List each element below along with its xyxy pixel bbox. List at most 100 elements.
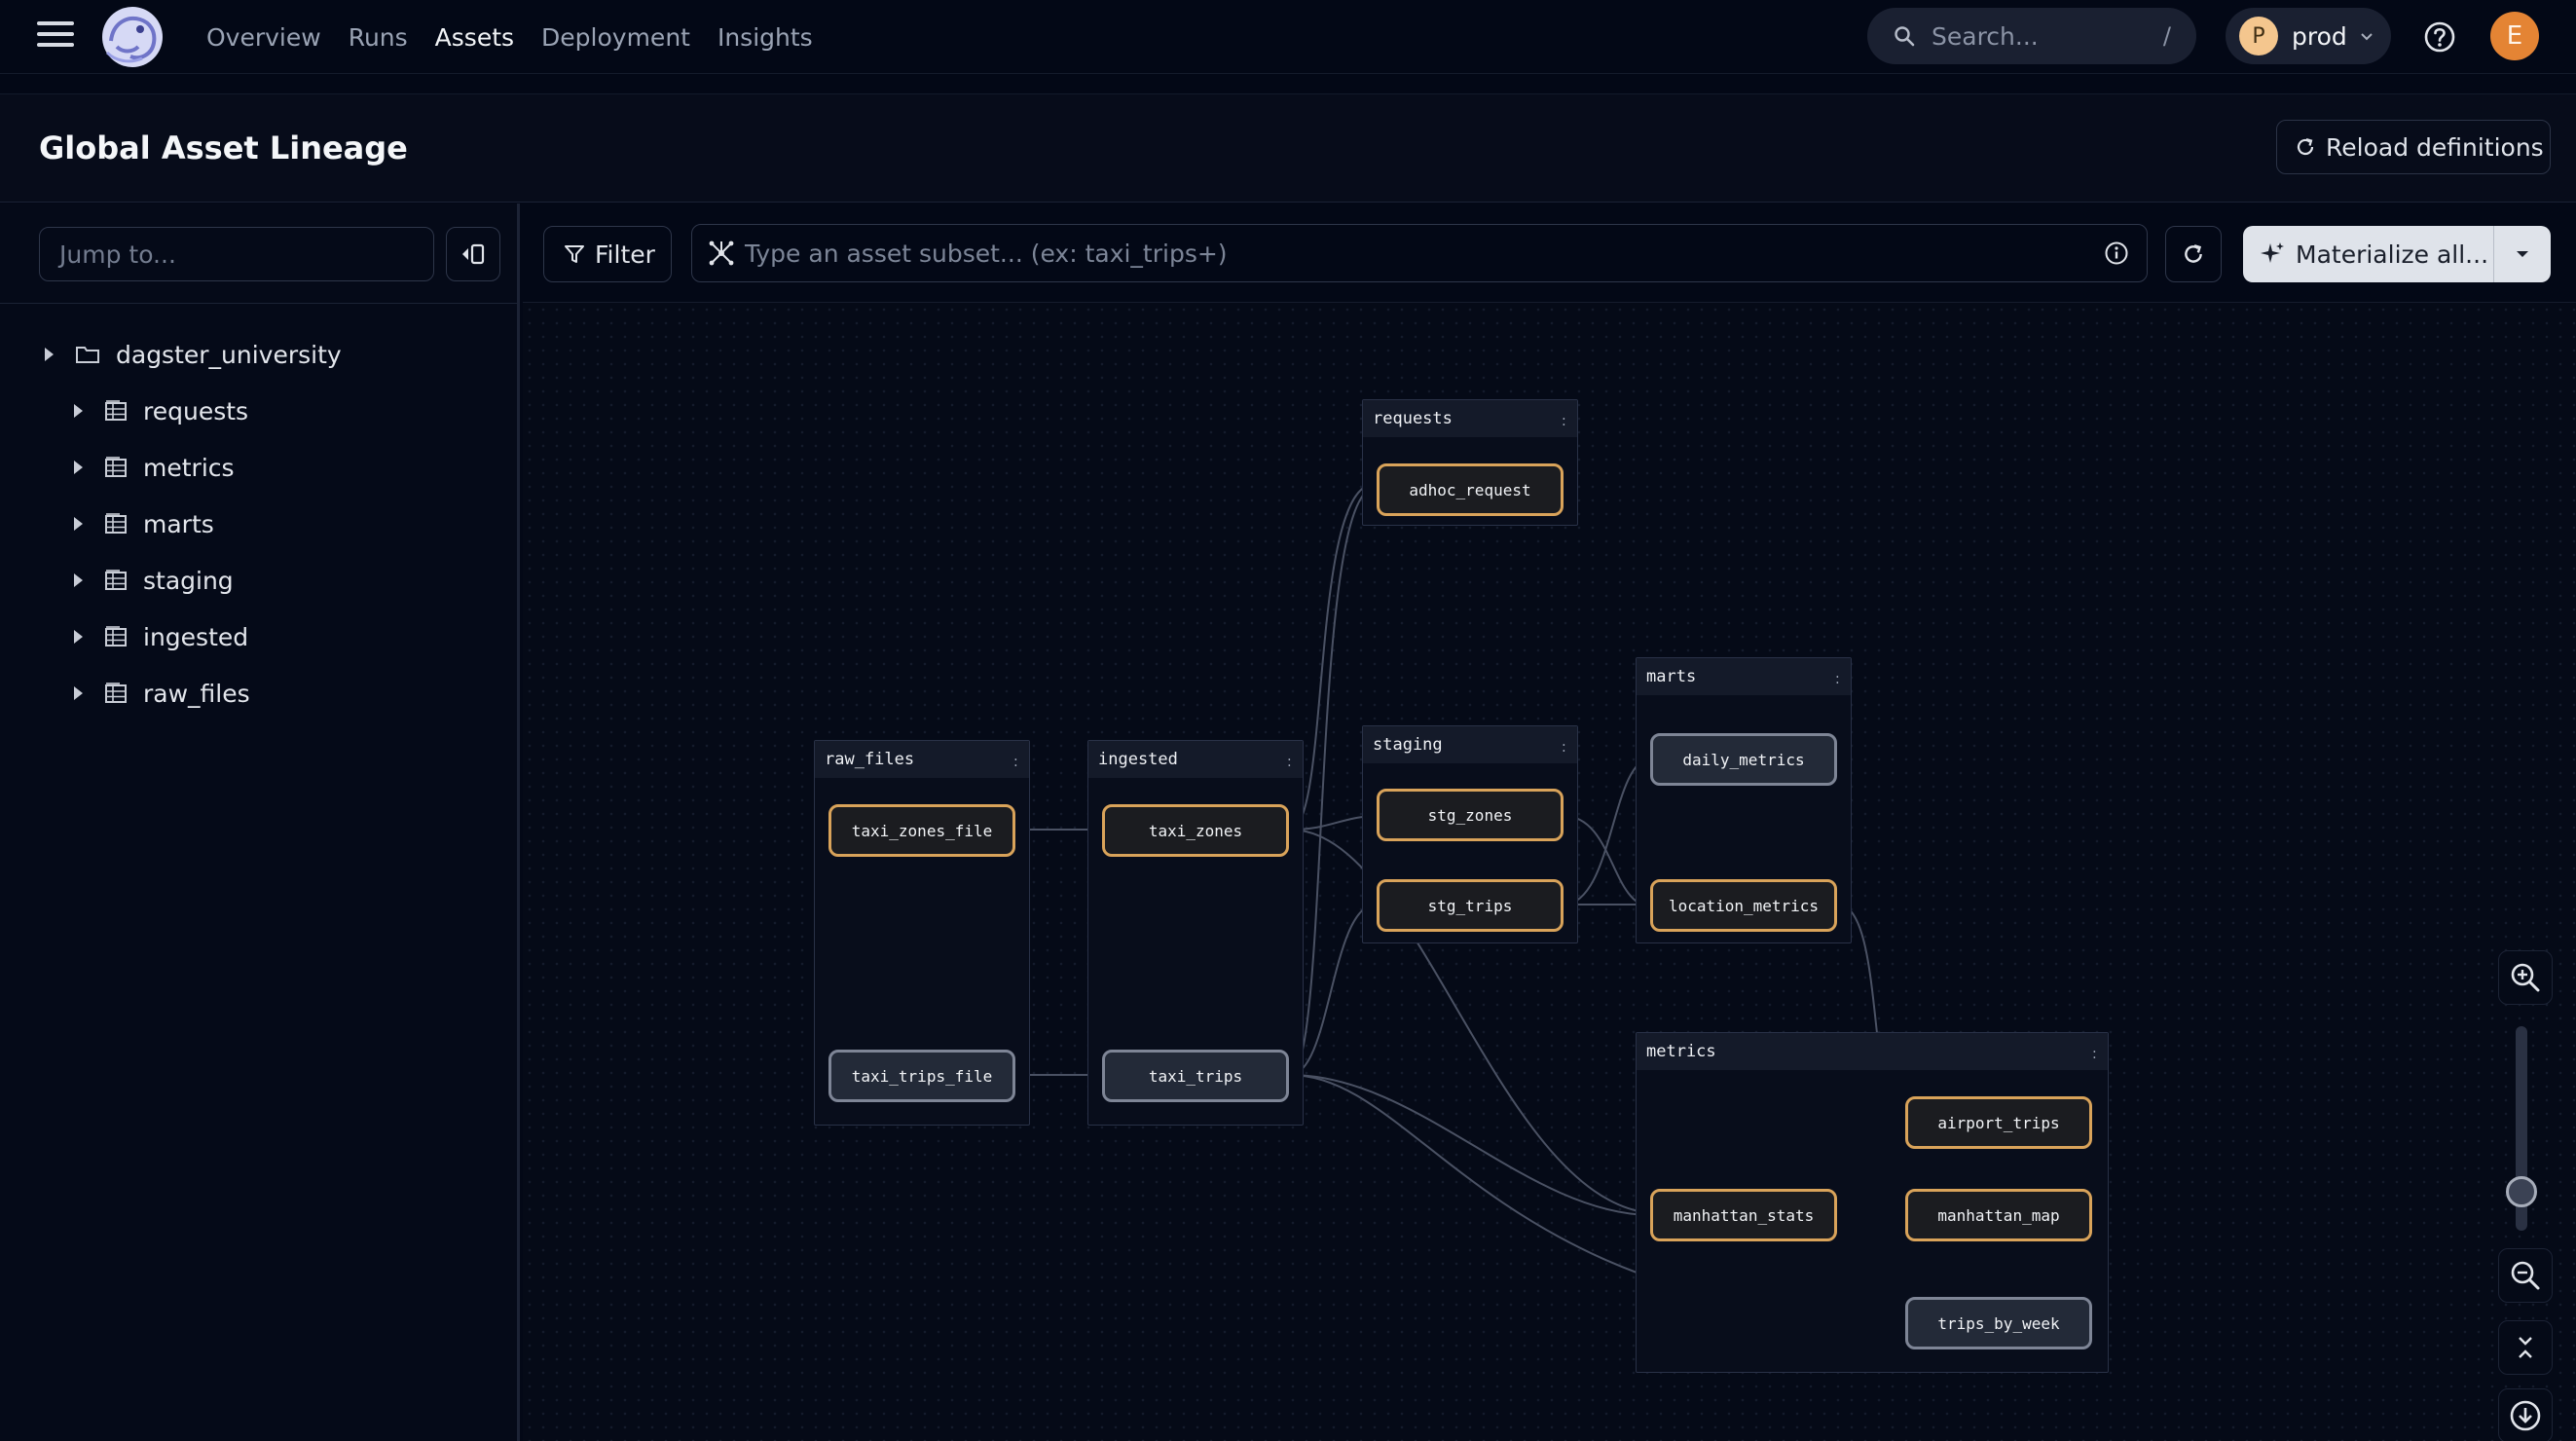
group-title: marts bbox=[1646, 667, 1697, 686]
download-button[interactable] bbox=[2498, 1388, 2553, 1441]
table-icon bbox=[105, 683, 127, 703]
caret-down-icon bbox=[2517, 251, 2528, 257]
asset-node-adhoc-request[interactable]: adhoc_request bbox=[1377, 463, 1564, 516]
tree-item-label: marts bbox=[143, 509, 214, 538]
caret-right-icon[interactable] bbox=[74, 573, 83, 587]
deployment-switcher[interactable]: P prod bbox=[2226, 8, 2391, 64]
folder-icon bbox=[76, 347, 99, 363]
group-title: staging bbox=[1373, 735, 1443, 755]
tree-item-raw-files[interactable]: raw_files bbox=[74, 669, 250, 718]
lineage-canvas[interactable]: requests.. raw_files.. ingested.. stagin… bbox=[523, 303, 2576, 1441]
group-header[interactable]: ingested.. bbox=[1088, 741, 1303, 778]
nav-deployment[interactable]: Deployment bbox=[541, 23, 690, 52]
sidebar-divider bbox=[0, 303, 517, 304]
asset-node-taxi-trips[interactable]: taxi_trips bbox=[1102, 1050, 1289, 1102]
menu-icon[interactable] bbox=[37, 21, 74, 51]
table-icon bbox=[105, 570, 127, 590]
asset-node-taxi-zones[interactable]: taxi_zones bbox=[1102, 804, 1289, 857]
table-icon bbox=[105, 626, 127, 647]
asset-node-manhattan-map[interactable]: manhattan_map bbox=[1905, 1189, 2092, 1241]
panel-collapse-icon bbox=[462, 243, 485, 265]
group-header[interactable]: marts.. bbox=[1637, 658, 1851, 695]
group-title: requests bbox=[1373, 409, 1453, 428]
jump-to-input[interactable]: Jump to... bbox=[39, 227, 434, 281]
asset-node-trips-by-week[interactable]: trips_by_week bbox=[1905, 1297, 2092, 1349]
asset-node-location-metrics[interactable]: location_metrics bbox=[1650, 879, 1837, 932]
more-icon[interactable]: .. bbox=[2091, 1043, 2098, 1060]
nav-runs[interactable]: Runs bbox=[349, 23, 408, 52]
filter-label: Filter bbox=[595, 240, 655, 269]
tree-item-staging[interactable]: staging bbox=[74, 556, 234, 605]
jump-placeholder: Jump to... bbox=[59, 240, 176, 269]
page-title: Global Asset Lineage bbox=[39, 129, 408, 166]
reload-label: Reload definitions bbox=[2326, 132, 2544, 162]
asset-node-taxi-zones-file[interactable]: taxi_zones_file bbox=[828, 804, 1015, 857]
collapse-sidebar-button[interactable] bbox=[446, 227, 500, 281]
more-icon[interactable]: .. bbox=[1834, 668, 1841, 685]
asset-node-daily-metrics[interactable]: daily_metrics bbox=[1650, 733, 1837, 786]
caret-right-icon[interactable] bbox=[74, 517, 83, 531]
nav-insights[interactable]: Insights bbox=[718, 23, 813, 52]
more-icon[interactable]: .. bbox=[1561, 736, 1567, 754]
asset-node-stg-trips[interactable]: stg_trips bbox=[1377, 879, 1564, 932]
info-icon[interactable] bbox=[2104, 240, 2129, 266]
asset-node-taxi-trips-file[interactable]: taxi_trips_file bbox=[828, 1050, 1015, 1102]
help-icon[interactable] bbox=[2422, 19, 2457, 55]
search-icon bbox=[1895, 26, 1915, 47]
page-header: Global Asset Lineage Reload definitions bbox=[0, 93, 2576, 203]
caret-right-icon[interactable] bbox=[45, 348, 54, 361]
tree-item-label: ingested bbox=[143, 622, 249, 651]
asset-subset-input[interactable]: Type an asset subset... (ex: taxi_trips+… bbox=[691, 224, 2148, 282]
refresh-graph-button[interactable] bbox=[2165, 226, 2222, 282]
materialize-all-button[interactable]: Materialize all... bbox=[2243, 226, 2551, 282]
tree-item-marts[interactable]: marts bbox=[74, 499, 214, 548]
dagster-logo[interactable] bbox=[97, 2, 167, 72]
materialize-main[interactable]: Materialize all... bbox=[2243, 226, 2493, 282]
caret-right-icon[interactable] bbox=[74, 404, 83, 418]
caret-right-icon[interactable] bbox=[74, 686, 83, 700]
refresh-icon bbox=[2297, 137, 2314, 156]
zoom-in-button[interactable] bbox=[2498, 950, 2553, 1005]
filter-icon bbox=[565, 245, 584, 263]
asset-node-airport-trips[interactable]: airport_trips bbox=[1905, 1096, 2092, 1149]
zoom-to-fit-button[interactable] bbox=[2498, 1320, 2553, 1375]
zoom-in-icon bbox=[2511, 963, 2540, 992]
caret-right-icon[interactable] bbox=[74, 630, 83, 644]
more-icon[interactable]: .. bbox=[1561, 410, 1567, 427]
nav-assets[interactable]: Assets bbox=[435, 23, 514, 52]
refresh-icon bbox=[2185, 244, 2202, 263]
zoom-slider-thumb[interactable] bbox=[2506, 1176, 2537, 1207]
materialize-dropdown[interactable] bbox=[2494, 226, 2551, 282]
nav-overview[interactable]: Overview bbox=[206, 23, 321, 52]
tree-item-requests[interactable]: requests bbox=[74, 387, 248, 435]
group-header[interactable]: raw_files.. bbox=[815, 741, 1029, 778]
search-input[interactable]: Search... / bbox=[1867, 8, 2196, 64]
asset-node-stg-zones[interactable]: stg_zones bbox=[1377, 789, 1564, 841]
zoom-out-button[interactable] bbox=[2498, 1248, 2553, 1303]
nav-links: Overview Runs Assets Deployment Insights bbox=[206, 0, 813, 74]
sparkle-icon bbox=[2261, 242, 2284, 263]
subset-placeholder: Type an asset subset... (ex: taxi_trips+… bbox=[745, 239, 1228, 268]
tree-item-label: metrics bbox=[143, 453, 235, 482]
tree-item-root[interactable]: dagster_university bbox=[45, 330, 342, 379]
more-icon[interactable]: .. bbox=[1012, 751, 1019, 768]
filter-button[interactable]: Filter bbox=[543, 226, 672, 282]
zoom-out-icon bbox=[2511, 1261, 2540, 1290]
search-shortcut: / bbox=[2162, 22, 2171, 50]
group-header[interactable]: requests.. bbox=[1363, 400, 1577, 437]
deployment-avatar: P bbox=[2239, 17, 2278, 55]
deployment-name: prod bbox=[2292, 21, 2347, 51]
tree-item-metrics[interactable]: metrics bbox=[74, 443, 235, 492]
top-navigation: Overview Runs Assets Deployment Insights… bbox=[0, 0, 2576, 74]
group-header[interactable]: staging.. bbox=[1363, 726, 1577, 763]
tree-item-ingested[interactable]: ingested bbox=[74, 612, 248, 661]
more-icon[interactable]: .. bbox=[1286, 751, 1293, 768]
download-icon bbox=[2510, 1400, 2541, 1431]
reload-definitions-button[interactable]: Reload definitions bbox=[2276, 120, 2551, 174]
group-title: raw_files bbox=[825, 750, 915, 769]
caret-right-icon[interactable] bbox=[74, 461, 83, 474]
asset-node-manhattan-stats[interactable]: manhattan_stats bbox=[1650, 1189, 1837, 1241]
group-header[interactable]: metrics.. bbox=[1637, 1033, 2108, 1070]
user-avatar[interactable]: E bbox=[2490, 12, 2539, 60]
chevron-down-icon bbox=[2361, 33, 2373, 41]
